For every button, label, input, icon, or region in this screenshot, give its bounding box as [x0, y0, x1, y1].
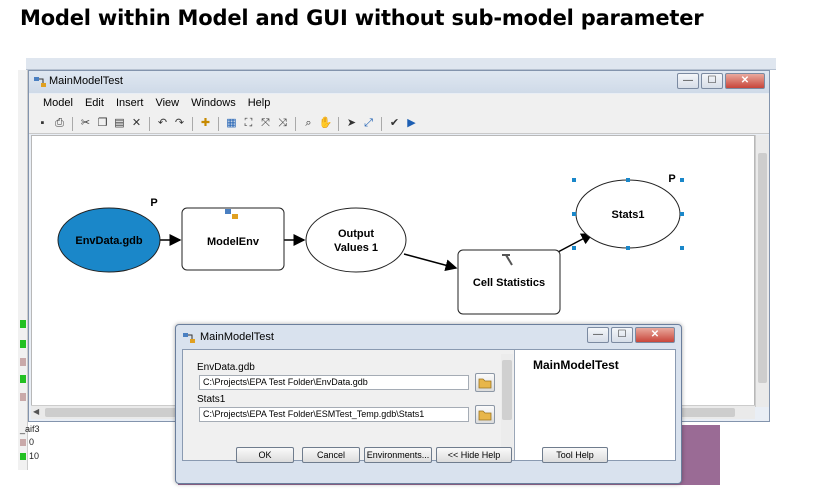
full-extent-icon[interactable]: ⛶ — [241, 116, 256, 131]
legend-swatch — [20, 340, 26, 348]
node-stats1[interactable]: Stats1 P — [572, 173, 684, 250]
node-cell-statistics[interactable]: Cell Statistics — [457, 249, 561, 315]
save-icon[interactable]: ▪ — [35, 116, 50, 131]
help-panel-title: MainModelTest — [533, 358, 619, 372]
parameter-marker: P — [150, 197, 157, 209]
ok-button[interactable]: OK — [236, 447, 294, 463]
auto-layout-icon[interactable]: ▦ — [224, 116, 239, 131]
close-button[interactable]: ✕ — [725, 73, 765, 89]
svg-text:EnvData.gdb: EnvData.gdb — [75, 235, 143, 247]
background-panel — [18, 70, 28, 470]
node-modelenv[interactable]: ModelEnv — [181, 207, 285, 271]
svg-text:Stats1: Stats1 — [611, 209, 644, 221]
stats1-input[interactable]: C:\Projects\EPA Test Folder\ESMTest_Temp… — [199, 407, 469, 422]
pan-icon[interactable]: ✋ — [318, 116, 333, 131]
delete-icon[interactable]: ✕ — [129, 116, 144, 131]
add-data-icon[interactable]: ✚ — [198, 116, 213, 131]
connect-icon[interactable]: ⤢ — [361, 116, 376, 131]
fixed-zoom-in-icon[interactable]: ⤧ — [258, 116, 273, 131]
legend-entry: 10 — [20, 451, 39, 461]
legend-swatch — [20, 375, 26, 383]
legend-entry: 0 — [20, 437, 34, 447]
menu-help[interactable]: Help — [242, 94, 277, 114]
layer-label: _aif3 — [20, 424, 40, 434]
legend-swatch — [20, 320, 26, 328]
background-toolbar — [26, 58, 776, 70]
hide-help-button[interactable]: << Hide Help — [436, 447, 512, 463]
model-icon — [183, 333, 195, 343]
paste-icon[interactable]: ▤ — [112, 116, 127, 131]
minimize-button[interactable]: — — [677, 73, 699, 89]
folder-icon — [478, 378, 492, 389]
tool-help-button[interactable]: Tool Help — [542, 447, 608, 463]
model-icon — [225, 209, 231, 214]
window-title: MainModelTest — [49, 75, 123, 87]
parameter-panel: EnvData.gdb C:\Projects\EPA Test Folder\… — [183, 350, 515, 460]
environments-button[interactable]: Environments... — [364, 447, 432, 463]
envdata-input[interactable]: C:\Projects\EPA Test Folder\EnvData.gdb — [199, 375, 469, 390]
node-envdata[interactable]: EnvData.gdb P — [57, 197, 161, 273]
maximize-button[interactable]: ☐ — [611, 327, 633, 343]
dialog-title: MainModelTest — [200, 331, 274, 343]
toolbar: ▪ ⎙ ✂ ❐ ▤ ✕ ↶ ↷ ✚ ▦ ⛶ ⤧ ⤨ ⌕ ✋ ➤ ⤢ ✔ ▶ — [29, 114, 769, 134]
dialog-body: EnvData.gdb C:\Projects\EPA Test Folder\… — [182, 349, 676, 461]
envdata-label: EnvData.gdb — [197, 362, 255, 373]
svg-text:Output: Output — [338, 228, 374, 240]
cancel-button[interactable]: Cancel — [302, 447, 360, 463]
select-icon[interactable]: ➤ — [344, 116, 359, 131]
slide-title: Model within Model and GUI without sub-m… — [20, 6, 704, 30]
menu-edit[interactable]: Edit — [79, 94, 110, 114]
menu-windows[interactable]: Windows — [185, 94, 242, 114]
undo-icon[interactable]: ↶ — [155, 116, 170, 131]
maximize-button[interactable]: ☐ — [701, 73, 723, 89]
fixed-zoom-out-icon[interactable]: ⤨ — [275, 116, 290, 131]
copy-icon[interactable]: ❐ — [95, 116, 110, 131]
svg-text:ModelEnv: ModelEnv — [207, 236, 260, 248]
validate-icon[interactable]: ✔ — [387, 116, 402, 131]
redo-icon[interactable]: ↷ — [172, 116, 187, 131]
cut-icon[interactable]: ✂ — [78, 116, 93, 131]
browse-stats1-button[interactable] — [475, 405, 495, 424]
parameter-marker: P — [668, 173, 675, 185]
folder-icon — [478, 410, 492, 421]
close-button[interactable]: ✕ — [635, 327, 675, 343]
legend-swatch — [20, 393, 26, 401]
minimize-button[interactable]: — — [587, 327, 609, 343]
node-output-values[interactable]: Output Values 1 — [305, 207, 407, 273]
connector — [403, 253, 458, 272]
legend-swatch — [20, 358, 26, 366]
zoom-icon[interactable]: ⌕ — [301, 116, 316, 131]
print-icon[interactable]: ⎙ — [52, 116, 67, 131]
svg-text:Cell Statistics: Cell Statistics — [473, 277, 545, 289]
browse-envdata-button[interactable] — [475, 373, 495, 392]
run-icon[interactable]: ▶ — [404, 116, 419, 131]
tool-dialog: MainModelTest — ☐ ✕ EnvData.gdb C:\Proje… — [175, 324, 682, 484]
menu-model[interactable]: Model — [37, 94, 79, 114]
title-bar[interactable]: MainModelTest — ☐ ✕ — [29, 71, 769, 93]
model-icon — [34, 77, 46, 87]
stats1-label: Stats1 — [197, 394, 226, 405]
menu-bar: Model Edit Insert View Windows Help — [29, 94, 769, 114]
menu-insert[interactable]: Insert — [110, 94, 150, 114]
parameter-scrollbar[interactable] — [501, 354, 513, 456]
vertical-scrollbar[interactable] — [755, 135, 769, 407]
menu-view[interactable]: View — [149, 94, 185, 114]
svg-text:Values 1: Values 1 — [334, 242, 378, 254]
